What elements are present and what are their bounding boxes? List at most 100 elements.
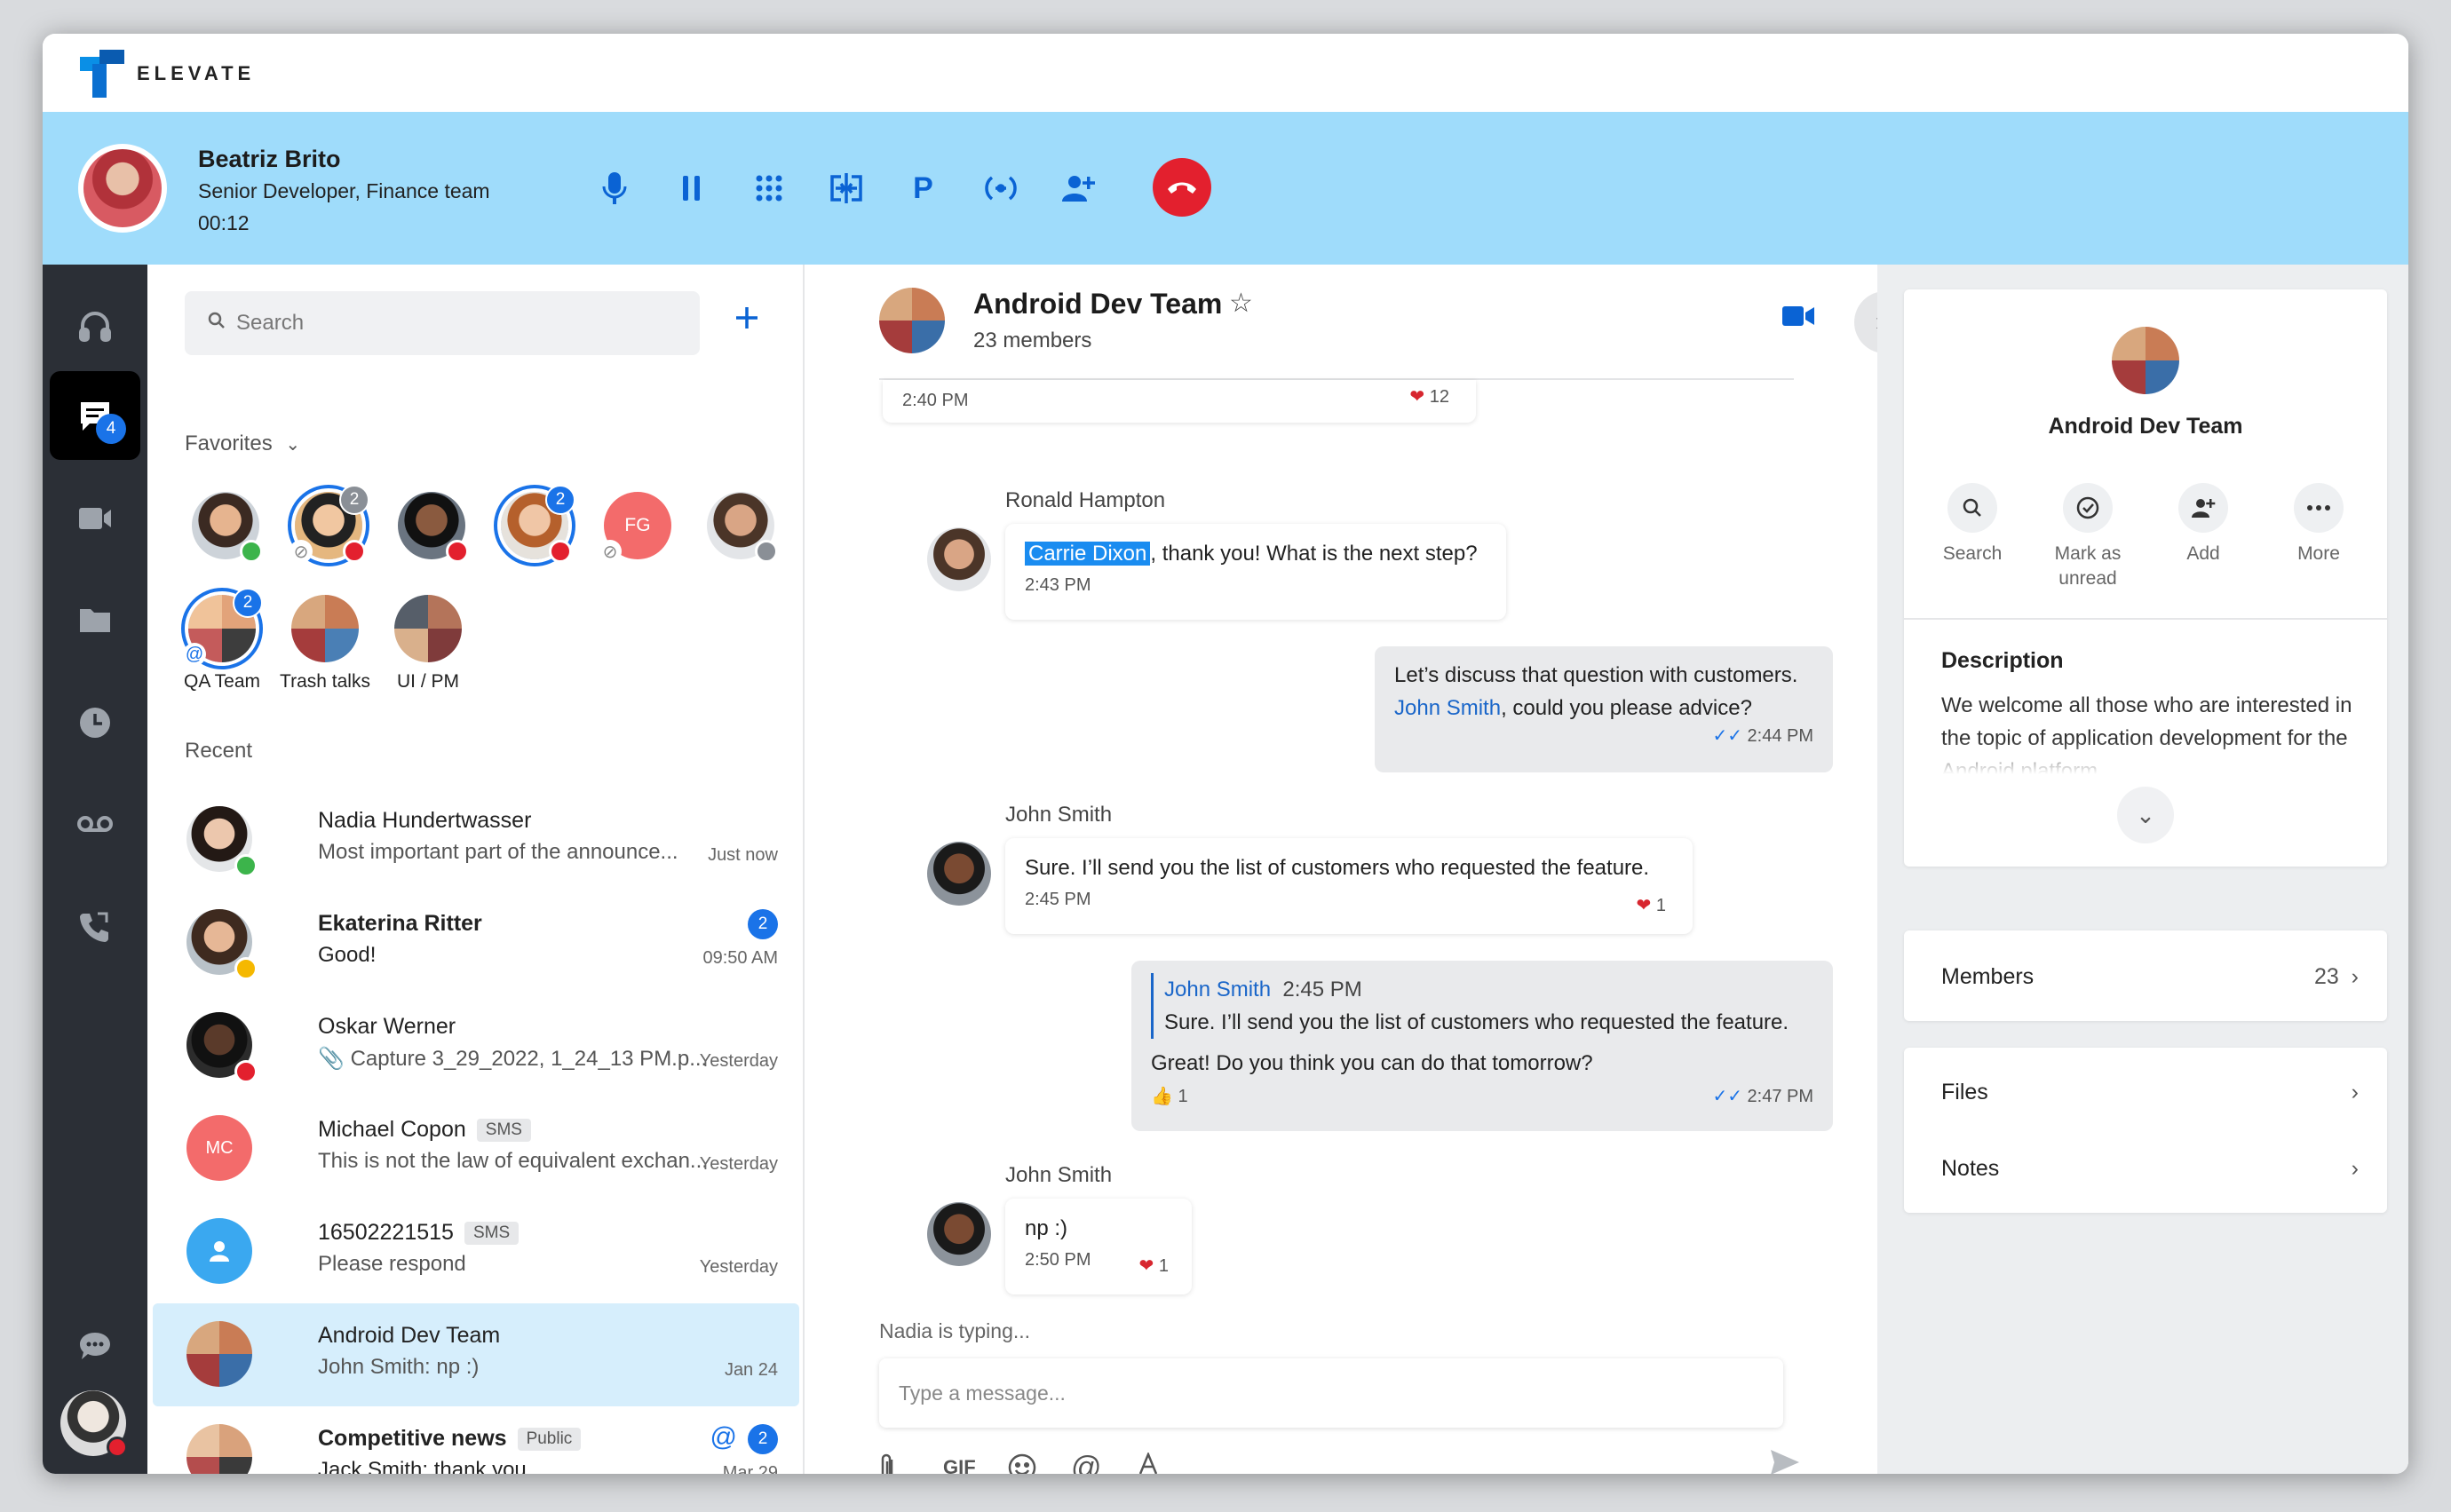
favorite-group-trash-talks[interactable]: Trash talks [274, 595, 377, 693]
unread-count: 2 [748, 909, 778, 939]
logo: ELEVATE [80, 50, 255, 98]
favorite-contact[interactable]: 2 ⊘ [277, 485, 380, 563]
files-row[interactable]: Files › [1941, 1080, 2359, 1105]
reaction[interactable]: ❤ 12 [1409, 385, 1449, 408]
mention[interactable]: Carrie Dixon [1025, 542, 1151, 566]
details-search-button[interactable]: Search [1915, 483, 2030, 566]
conversation-item[interactable]: Competitive news Public Jack Smith: thank… [147, 1406, 805, 1474]
rail-files[interactable] [50, 575, 140, 664]
send-button[interactable] [1769, 1447, 1801, 1474]
speech-bubble-icon [80, 1333, 110, 1359]
rail-voicemail[interactable] [50, 780, 140, 868]
rail-feedback[interactable] [50, 1302, 140, 1390]
read-check-icon: ✓✓ [1712, 1087, 1742, 1106]
rail-video[interactable] [50, 474, 140, 563]
reaction[interactable]: ❤ 1 [1139, 1255, 1169, 1277]
rail-headset[interactable] [50, 282, 140, 371]
status-dot [755, 540, 778, 563]
members-count: 23 [2313, 964, 2339, 989]
message-time: 2:40 PM [902, 391, 969, 410]
description-heading: Description [1941, 648, 2064, 673]
format-button[interactable] [1135, 1445, 1199, 1474]
conversation-name: Oskar Werner [318, 1014, 456, 1039]
favorite-contact[interactable]: FG ⊘ [586, 492, 689, 563]
status-dot [234, 854, 258, 877]
conversation-item[interactable]: 16502221515 SMS Please respond Yesterday [147, 1200, 805, 1303]
conversation-name: Competitive news Public [318, 1426, 582, 1452]
group-title: Android Dev Team [2048, 414, 2243, 439]
search-icon [208, 311, 226, 336]
search-input[interactable]: Search [185, 291, 700, 355]
compose-toolbar: GIF @ [879, 1445, 1199, 1474]
favorite-contact[interactable] [174, 492, 277, 563]
merge-icon[interactable] [962, 162, 1039, 215]
attach-button[interactable] [879, 1445, 943, 1474]
reaction[interactable]: ❤ 1 [1637, 894, 1666, 916]
add-person-icon[interactable] [1039, 162, 1116, 215]
conversation-preview: Please respond [318, 1252, 466, 1276]
expand-description-button[interactable]: ⌄ [2117, 787, 2174, 843]
attachment-icon: 📎 [318, 1047, 351, 1071]
quoted-message[interactable]: John Smith 2:45 PM Sure. I’ll send you t… [1151, 973, 1813, 1039]
video-call-button[interactable] [1781, 304, 1815, 330]
dialpad-icon[interactable] [730, 162, 807, 215]
notes-row[interactable]: Notes › [1941, 1156, 2359, 1182]
message-bubble[interactable]: 2:40 PM ❤ 12 [883, 380, 1476, 423]
star-icon[interactable]: ☆ [1229, 288, 1253, 319]
conversation-item[interactable]: Oskar Werner 📎 Capture 3_29_2022, 1_24_1… [147, 994, 805, 1097]
emoji-button[interactable] [1007, 1445, 1071, 1474]
conversation-preview: Good! [318, 943, 377, 967]
members-card[interactable]: Members 23 › [1904, 930, 2387, 1021]
pause-icon[interactable] [653, 162, 730, 215]
chevron-right-icon: › [2351, 1156, 2359, 1181]
message-input[interactable]: Type a message... [879, 1358, 1783, 1428]
recent-label: Recent [185, 739, 253, 763]
favorites-header[interactable]: Favorites ⌄ [185, 431, 300, 456]
favorite-contact[interactable] [689, 492, 792, 563]
mark-unread-button[interactable]: Mark as unread [2030, 483, 2146, 591]
mention[interactable]: John Smith [1394, 696, 1501, 720]
transfer-icon[interactable] [807, 162, 884, 215]
rail-chat[interactable]: 4 [50, 371, 140, 460]
message-text: Sure. I’ll send you the list of customer… [1025, 856, 1650, 880]
conversation-item[interactable]: MC Michael Copon SMS This is not the law … [147, 1097, 805, 1200]
more-icon [2307, 505, 2330, 511]
new-conversation-button[interactable] [734, 300, 760, 340]
more-button[interactable]: More [2261, 483, 2376, 566]
rail-call-log[interactable] [50, 883, 140, 971]
user-avatar[interactable] [60, 1390, 128, 1458]
favorite-group-ui-pm[interactable]: UI / PM [377, 595, 480, 693]
own-message-bubble[interactable]: Let’s discuss that question with custome… [1375, 646, 1833, 772]
hangup-button[interactable] [1153, 158, 1211, 217]
conversation-time: Mar 29 [722, 1463, 778, 1474]
add-person-icon [2192, 499, 2216, 518]
park-icon[interactable]: P [884, 162, 962, 215]
own-message-bubble[interactable]: John Smith 2:45 PM Sure. I’ll send you t… [1131, 961, 1833, 1131]
group-label: UI / PM [396, 671, 459, 692]
favorite-group-qa-team[interactable]: 2 @ QA Team [171, 588, 274, 693]
conversation-preview: John Smith: np :) [318, 1355, 480, 1379]
message-bubble[interactable]: np :) 2:50 PM ❤ 1 [1005, 1199, 1192, 1294]
conversation-preview: Most important part of the announce... [318, 840, 678, 864]
unread-badge: 2 [233, 588, 263, 618]
gif-button[interactable]: GIF [943, 1445, 1007, 1474]
video-icon [1782, 306, 1814, 326]
mention-button[interactable]: @ [1071, 1445, 1135, 1475]
conversation-list-pane: Search Favorites ⌄ 2 ⊘ 2 FG ⊘ 2 @ QA Tea… [147, 265, 805, 1474]
conversation-item[interactable]: Nadia Hundertwasser Most important part … [147, 788, 805, 891]
paperclip-icon [881, 1453, 893, 1474]
caller-avatar [78, 144, 167, 233]
conversation-item-selected[interactable]: Android Dev Team John Smith: np :) Jan 2… [153, 1303, 799, 1406]
favorite-contact[interactable]: 2 [483, 485, 586, 563]
clock-icon [80, 708, 110, 738]
mic-icon[interactable] [575, 162, 653, 215]
message-bubble[interactable]: Sure. I’ll send you the list of customer… [1005, 838, 1693, 934]
check-circle-icon [2076, 496, 2099, 519]
message-bubble[interactable]: Carrie Dixon, thank you! What is the nex… [1005, 524, 1506, 620]
unread-badge: 2 [545, 485, 575, 515]
conversation-item[interactable]: Ekaterina Ritter Good! 2 09:50 AM [147, 891, 805, 994]
favorite-contact[interactable] [380, 492, 483, 563]
rail-history[interactable] [50, 678, 140, 767]
add-member-button[interactable]: Add [2146, 483, 2261, 566]
reaction[interactable]: 👍 1 [1151, 1087, 1188, 1106]
